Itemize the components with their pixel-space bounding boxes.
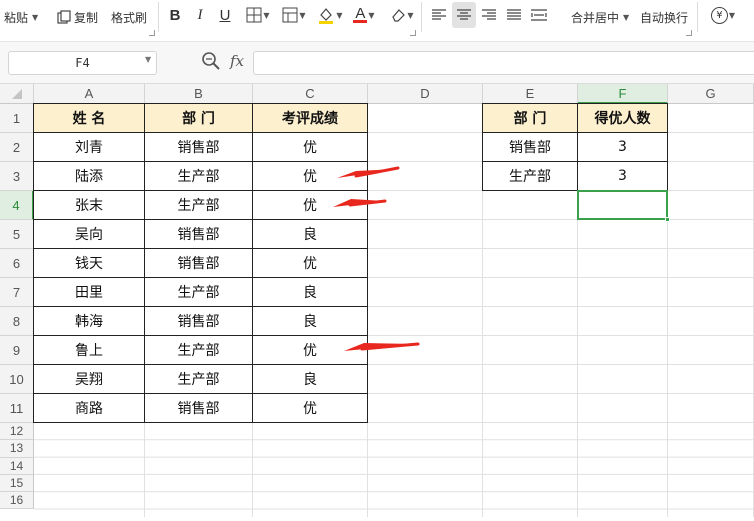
row-header-16[interactable]: 16 — [0, 492, 34, 510]
row-header-8[interactable]: 8 — [0, 307, 34, 336]
row-header-1[interactable]: 1 — [0, 104, 34, 133]
row-header-2[interactable]: 2 — [0, 133, 34, 162]
row-header-13[interactable]: 13 — [0, 440, 34, 458]
row-header-3[interactable]: 3 — [0, 162, 34, 191]
row-header-10[interactable]: 10 — [0, 365, 34, 394]
table2-border — [482, 103, 668, 191]
row-header-5[interactable]: 5 — [0, 220, 34, 249]
active-cell-f4[interactable] — [577, 190, 668, 220]
row-header-11[interactable]: 11 — [0, 394, 34, 423]
row-header-6[interactable]: 6 — [0, 249, 34, 278]
table1-border — [33, 103, 368, 423]
row-header-15[interactable]: 15 — [0, 474, 34, 493]
row-header-14[interactable]: 14 — [0, 457, 34, 475]
fill-handle[interactable] — [665, 217, 670, 222]
row-header-9[interactable]: 9 — [0, 336, 34, 365]
row-header-7[interactable]: 7 — [0, 278, 34, 307]
row-header-4[interactable]: 4 — [0, 191, 34, 220]
row-header-12[interactable]: 12 — [0, 423, 34, 441]
